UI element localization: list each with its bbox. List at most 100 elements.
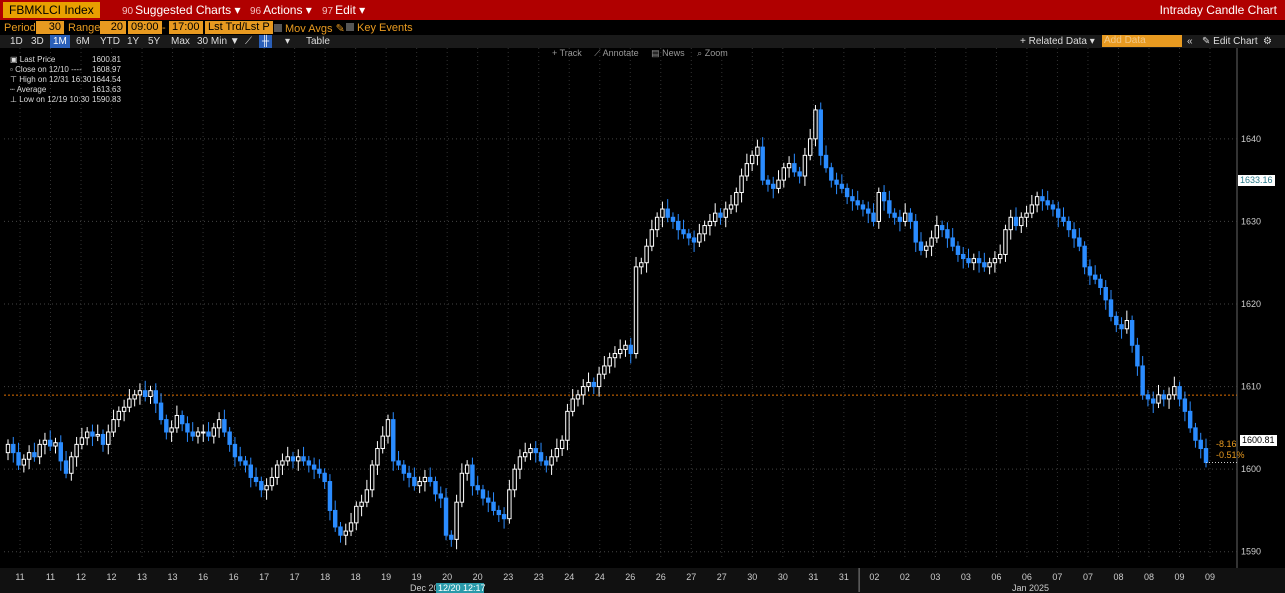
range-input[interactable]: 20: [100, 21, 126, 34]
candle-body: [26, 452, 32, 460]
candle-body: [987, 262, 992, 268]
checkbox-icon: [346, 23, 354, 31]
candle-body: [1140, 365, 1145, 396]
candle-body: [686, 233, 692, 239]
candle-body: [190, 431, 195, 437]
candle-body: [1013, 216, 1019, 227]
x-tick-label: 11: [15, 572, 24, 582]
edit-menu[interactable]: 97 Edit ▾: [322, 3, 365, 17]
candle-body: [1151, 398, 1156, 404]
change-pct-label: -0.51%: [1216, 450, 1245, 460]
menu-number: 97: [322, 6, 334, 17]
candle-body: [153, 390, 158, 404]
candle-body: [237, 456, 243, 462]
x-tick-label: 18: [320, 572, 330, 582]
interval-select[interactable]: 30 Min ▼: [197, 36, 240, 47]
candle-body: [148, 390, 153, 397]
candle-body: [860, 204, 866, 210]
candle-body: [438, 493, 443, 499]
settings-icon[interactable]: ⚙: [1263, 36, 1272, 47]
price-type-select[interactable]: Lst Trd/Lst P: [205, 21, 273, 34]
range-max[interactable]: Max: [171, 36, 190, 47]
x-tick-label: 26: [625, 572, 635, 582]
time-to-input[interactable]: 17:00: [169, 21, 203, 34]
legend-key: ▣ Last Price: [10, 55, 56, 64]
candle-body: [850, 196, 855, 202]
more-icon[interactable]: ▾: [285, 36, 290, 47]
time-from-input[interactable]: 09:00: [128, 21, 162, 34]
range-3d[interactable]: 3D: [31, 36, 44, 47]
range-1d[interactable]: 1D: [10, 36, 23, 47]
x-tick-label: 11: [46, 572, 55, 582]
candle-body: [454, 501, 459, 540]
x-tick-label: 07: [1083, 572, 1093, 582]
candle-body: [781, 167, 787, 181]
candle-body: [939, 225, 945, 231]
range-1m[interactable]: 1M: [50, 35, 70, 48]
candle-body: [771, 183, 776, 189]
candle-body: [1166, 394, 1172, 400]
candle-chart[interactable]: 15901600161016201630164011 11 12 12 13 13 16 16…: [0, 48, 1285, 593]
ticker-field[interactable]: FBMKLCI Index: [3, 2, 100, 18]
line-chart-icon[interactable]: ⟋: [245, 36, 252, 47]
candle-body: [179, 414, 185, 425]
average-price-label: 1633.16: [1238, 175, 1275, 186]
candle-body: [127, 398, 132, 408]
legend-value: 1608.97: [92, 65, 121, 74]
candle-body: [818, 109, 823, 156]
range-6m[interactable]: 6M: [76, 36, 90, 47]
candle-body: [934, 225, 940, 239]
annotate-tool[interactable]: ⟋ Annotate: [594, 48, 638, 58]
range-ytd[interactable]: YTD: [100, 36, 120, 47]
candle-body: [575, 394, 581, 400]
add-data-input[interactable]: Add Data: [1102, 35, 1182, 47]
mov-avgs-toggle[interactable]: Mov Avgs ✎: [274, 22, 345, 35]
x-tick-label: 12: [107, 572, 117, 582]
candle-body: [1103, 286, 1108, 301]
news-tool[interactable]: ▤ News: [651, 48, 685, 58]
key-events-toggle[interactable]: Key Events: [346, 22, 413, 34]
range-5y[interactable]: 5Y: [148, 36, 160, 47]
candle-body: [829, 167, 834, 181]
candle-body: [211, 427, 217, 437]
candle-body: [997, 253, 1003, 260]
table-button[interactable]: Table: [306, 36, 330, 47]
x-tick-label: 23: [534, 572, 544, 582]
legend-value: 1644.54: [92, 75, 121, 84]
candle-body: [649, 229, 655, 247]
candle-body: [16, 452, 21, 466]
zoom-tool[interactable]: ⌕ Zoom: [697, 48, 728, 58]
candle-body: [427, 476, 433, 483]
pencil-icon[interactable]: ✎: [336, 23, 345, 35]
range-label: Range: [68, 22, 101, 34]
related-data-button[interactable]: + Related Data ▾: [1020, 36, 1095, 47]
period-input[interactable]: 30: [36, 21, 64, 34]
candle-body: [871, 212, 876, 222]
collapse-icon[interactable]: «: [1187, 36, 1193, 47]
candle-body: [961, 253, 966, 260]
candle-body: [391, 419, 396, 462]
candle-body: [417, 481, 422, 487]
candle-body: [1193, 427, 1198, 441]
legend-key: ⊥ Low on 12/19 10:30: [10, 95, 90, 104]
candle-body: [1024, 212, 1029, 218]
edit-chart-button[interactable]: ✎ Edit Chart: [1202, 36, 1258, 47]
candle-body: [1135, 344, 1140, 367]
candle-body: [1177, 386, 1182, 400]
chart-toolstrip: + Track ⟋ Annotate ▤ News ⌕ Zoom: [552, 48, 738, 59]
suggested-charts-menu[interactable]: 90 Suggested Charts ▾: [122, 3, 241, 17]
legend-key: ┄ Average: [10, 85, 47, 94]
candle-body: [792, 163, 797, 173]
track-tool[interactable]: + Track: [552, 48, 582, 58]
candle-body: [559, 439, 565, 450]
candle-body: [760, 146, 765, 181]
actions-menu[interactable]: 96 Actions ▾: [250, 3, 312, 17]
x-tick-label: 09: [1174, 572, 1184, 582]
range-1y[interactable]: 1Y: [127, 36, 139, 47]
menu-label: Actions ▾: [263, 3, 312, 17]
y-tick-label: 1630: [1241, 216, 1261, 226]
candle-body: [459, 472, 465, 503]
x-tick-label: 16: [229, 572, 239, 582]
candle-body: [338, 526, 343, 536]
candle-chart-icon[interactable]: ╫: [259, 35, 273, 48]
